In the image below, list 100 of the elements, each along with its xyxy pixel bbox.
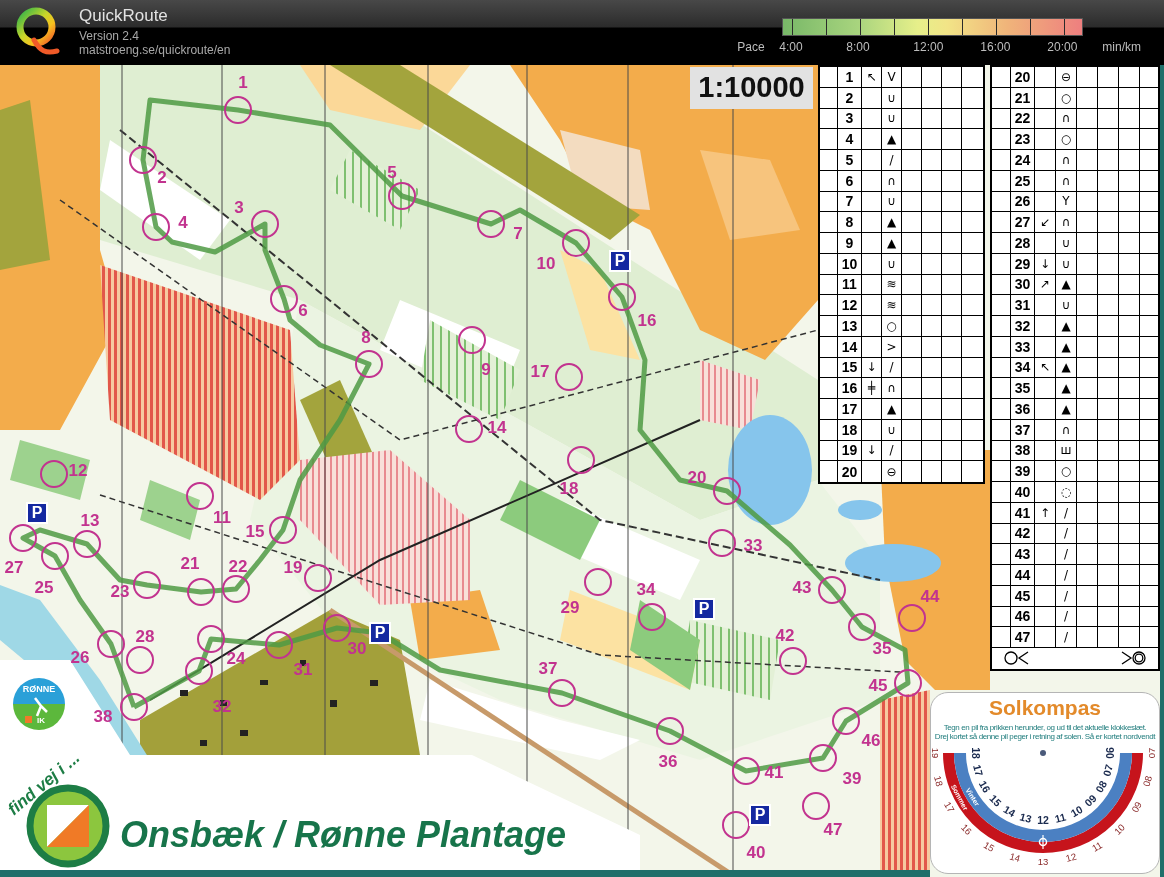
control-number: 35 bbox=[872, 638, 892, 658]
hour-label: 12 bbox=[1064, 850, 1078, 864]
description-symbol: ↓ bbox=[866, 361, 877, 374]
app-url: matstroeng.se/quickroute/en bbox=[79, 43, 231, 57]
description-symbol: ▲ bbox=[1061, 382, 1071, 395]
hour-label: 14 bbox=[1008, 850, 1022, 864]
description-symbol: ∪ bbox=[887, 423, 896, 436]
finish-symbol-icon bbox=[1120, 651, 1146, 666]
hour-label: 11 bbox=[1089, 839, 1105, 854]
app-title: QuickRoute bbox=[79, 6, 169, 26]
description-symbol: / bbox=[1063, 589, 1068, 602]
hour-label: 10 bbox=[1068, 802, 1085, 820]
control-circle-icon bbox=[656, 717, 684, 745]
control-circle-icon bbox=[555, 363, 583, 391]
description-symbol: ╪ bbox=[867, 382, 876, 395]
description-symbol: ∪ bbox=[887, 112, 896, 125]
hour-label: 07 bbox=[1145, 747, 1157, 759]
control-code: 26 bbox=[1014, 194, 1031, 209]
control-code: 38 bbox=[1014, 443, 1031, 458]
control-code: 7 bbox=[845, 194, 854, 209]
control-code: 25 bbox=[1014, 173, 1031, 188]
control-circle-icon bbox=[142, 213, 170, 241]
control-number: 25 bbox=[34, 577, 54, 597]
control-number: 46 bbox=[861, 730, 881, 750]
description-symbol: ∩ bbox=[1061, 174, 1071, 187]
control-code: 37 bbox=[1014, 422, 1031, 437]
control-circle-icon bbox=[186, 482, 214, 510]
control-circle-icon bbox=[608, 283, 636, 311]
control-circle-icon bbox=[818, 576, 846, 604]
control-number: 9 bbox=[481, 359, 491, 379]
description-symbol: ∪ bbox=[1061, 257, 1071, 270]
control-circle-icon bbox=[548, 679, 576, 707]
description-symbol: ∩ bbox=[1061, 423, 1071, 436]
app-version: Version 2.4 bbox=[79, 29, 141, 43]
control-circle-icon bbox=[133, 571, 161, 599]
control-circle-icon bbox=[120, 693, 148, 721]
control-number: 28 bbox=[135, 626, 155, 646]
hour-label: 14 bbox=[1001, 802, 1018, 820]
description-symbol: ∪ bbox=[1061, 299, 1071, 312]
control-code: 3 bbox=[845, 111, 854, 126]
hour-label: 13 bbox=[1018, 810, 1033, 825]
control-code: 20 bbox=[1014, 69, 1031, 84]
control-code: 45 bbox=[1014, 588, 1031, 603]
parking-sign: P bbox=[369, 622, 391, 644]
control-circle-icon bbox=[713, 477, 741, 505]
description-symbol: / bbox=[1063, 527, 1068, 540]
description-symbol: ↑ bbox=[1039, 506, 1051, 519]
sun-icon bbox=[1038, 834, 1048, 850]
hour-label: 17 bbox=[971, 763, 986, 778]
control-circle-icon bbox=[477, 210, 505, 238]
control-circle-icon bbox=[270, 285, 298, 313]
control-code: 13 bbox=[841, 318, 858, 333]
control-code: 14 bbox=[841, 339, 858, 354]
control-number: 2 bbox=[157, 167, 167, 187]
description-symbol: ▲ bbox=[886, 133, 897, 146]
description-symbol: ↓ bbox=[1039, 257, 1051, 270]
description-symbol: ○ bbox=[1060, 465, 1072, 478]
control-circle-icon bbox=[567, 446, 595, 474]
description-symbol: ∩ bbox=[887, 382, 896, 395]
control-code: 27 bbox=[1014, 215, 1031, 230]
description-symbol: ⊖ bbox=[1060, 70, 1072, 83]
instruction-text: Tegn en pil fra prikken herunder, og ud til det aktuelle klokkeslæt. bbox=[943, 723, 1147, 732]
control-circle-icon bbox=[197, 625, 225, 653]
hour-label: 07 bbox=[1100, 763, 1115, 778]
control-number: 8 bbox=[361, 327, 371, 347]
hour-label: 10 bbox=[1111, 821, 1128, 838]
control-circle-icon bbox=[97, 630, 125, 658]
control-number: 22 bbox=[228, 556, 248, 576]
description-symbol: ↙ bbox=[1039, 216, 1051, 229]
map-scale-label: 1:10000 bbox=[690, 67, 813, 109]
description-symbol: ∩ bbox=[887, 174, 896, 187]
control-code: 9 bbox=[845, 235, 854, 250]
control-code: 32 bbox=[1014, 318, 1031, 333]
description-symbol: ↖ bbox=[866, 70, 877, 83]
control-number: 27 bbox=[4, 557, 24, 577]
hour-label: 18 bbox=[932, 774, 946, 788]
control-number: 15 bbox=[245, 521, 265, 541]
description-symbol: ○ bbox=[1060, 133, 1072, 146]
control-number: 3 bbox=[234, 197, 244, 217]
control-number: 32 bbox=[212, 696, 232, 716]
description-symbol: ≋ bbox=[886, 299, 897, 312]
control-number: 6 bbox=[298, 300, 308, 320]
control-number: 13 bbox=[80, 510, 100, 530]
control-circle-icon bbox=[722, 811, 750, 839]
control-number: 17 bbox=[530, 361, 550, 381]
control-number: 36 bbox=[658, 751, 678, 771]
control-number: 38 bbox=[93, 706, 113, 726]
control-number: 31 bbox=[293, 659, 313, 679]
description-symbol: / bbox=[889, 153, 894, 166]
control-code: 41 bbox=[1014, 505, 1031, 520]
control-circle-icon bbox=[732, 757, 760, 785]
control-number: 41 bbox=[764, 762, 784, 782]
club-logo-text: IK bbox=[37, 716, 45, 725]
start-symbol-icon bbox=[1004, 651, 1030, 666]
description-symbol: ▲ bbox=[1061, 361, 1071, 374]
control-number: 44 bbox=[920, 586, 940, 606]
hour-label: 08 bbox=[1092, 778, 1110, 795]
parking-sign: P bbox=[26, 502, 48, 524]
control-circle-icon bbox=[126, 646, 154, 674]
control-circle-icon bbox=[809, 744, 837, 772]
